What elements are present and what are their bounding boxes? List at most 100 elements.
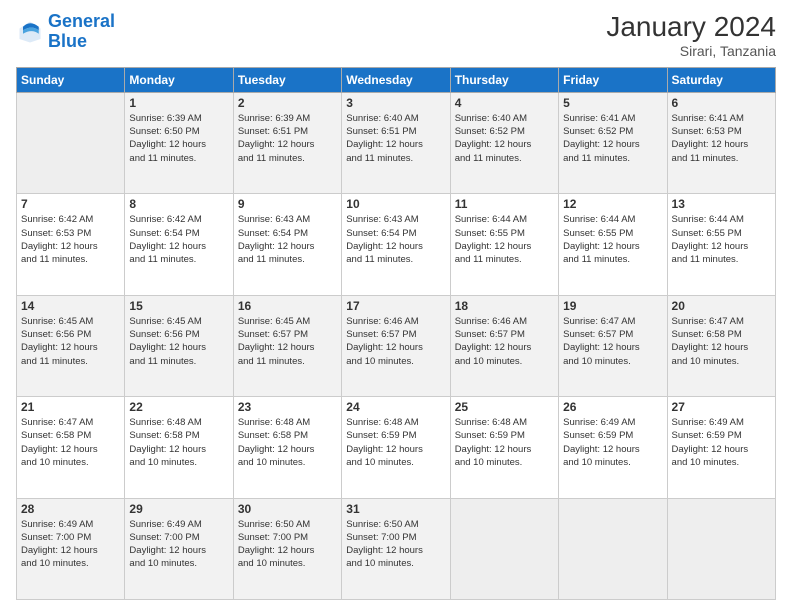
day-number: 16 bbox=[238, 299, 337, 313]
day-info: Sunrise: 6:50 AMSunset: 7:00 PMDaylight:… bbox=[346, 518, 445, 571]
calendar-cell: 8 Sunrise: 6:42 AMSunset: 6:54 PMDaylight… bbox=[125, 194, 233, 295]
day-info: Sunrise: 6:42 AMSunset: 6:53 PMDaylight:… bbox=[21, 213, 120, 266]
day-number: 8 bbox=[129, 197, 228, 211]
day-info: Sunrise: 6:48 AMSunset: 6:59 PMDaylight:… bbox=[346, 416, 445, 469]
day-info: Sunrise: 6:44 AMSunset: 6:55 PMDaylight:… bbox=[563, 213, 662, 266]
day-number: 14 bbox=[21, 299, 120, 313]
day-info: Sunrise: 6:49 AMSunset: 7:00 PMDaylight:… bbox=[129, 518, 228, 571]
calendar-cell: 10 Sunrise: 6:43 AMSunset: 6:54 PMDayligh… bbox=[342, 194, 450, 295]
calendar-week-row: 21 Sunrise: 6:47 AMSunset: 6:58 PMDayligh… bbox=[17, 397, 776, 498]
logo-icon bbox=[16, 18, 44, 46]
calendar-cell bbox=[450, 498, 558, 599]
title-block: January 2024 Sirari, Tanzania bbox=[606, 12, 776, 59]
day-number: 29 bbox=[129, 502, 228, 516]
day-header-wednesday: Wednesday bbox=[342, 67, 450, 92]
day-info: Sunrise: 6:41 AMSunset: 6:53 PMDaylight:… bbox=[672, 112, 771, 165]
day-number: 19 bbox=[563, 299, 662, 313]
day-info: Sunrise: 6:49 AMSunset: 6:59 PMDaylight:… bbox=[563, 416, 662, 469]
day-number: 24 bbox=[346, 400, 445, 414]
calendar-cell: 30Sunrise: 6:50 AMSunset: 7:00 PMDayligh… bbox=[233, 498, 341, 599]
day-info: Sunrise: 6:48 AMSunset: 6:58 PMDaylight:… bbox=[238, 416, 337, 469]
day-number: 17 bbox=[346, 299, 445, 313]
calendar-cell: 27Sunrise: 6:49 AMSunset: 6:59 PMDayligh… bbox=[667, 397, 775, 498]
logo: General Blue bbox=[16, 12, 115, 52]
day-info: Sunrise: 6:46 AMSunset: 6:57 PMDaylight:… bbox=[455, 315, 554, 368]
day-info: Sunrise: 6:41 AMSunset: 6:52 PMDaylight:… bbox=[563, 112, 662, 165]
day-info: Sunrise: 6:47 AMSunset: 6:58 PMDaylight:… bbox=[672, 315, 771, 368]
calendar-week-row: 14 Sunrise: 6:45 AMSunset: 6:56 PMDayligh… bbox=[17, 295, 776, 396]
calendar-week-row: 28Sunrise: 6:49 AMSunset: 7:00 PMDayligh… bbox=[17, 498, 776, 599]
day-number: 22 bbox=[129, 400, 228, 414]
day-number: 18 bbox=[455, 299, 554, 313]
day-header-thursday: Thursday bbox=[450, 67, 558, 92]
day-number: 10 bbox=[346, 197, 445, 211]
calendar-cell: 14 Sunrise: 6:45 AMSunset: 6:56 PMDayligh… bbox=[17, 295, 125, 396]
calendar-cell: 29 Sunrise: 6:49 AMSunset: 7:00 PMDayligh… bbox=[125, 498, 233, 599]
calendar-cell: 25 Sunrise: 6:48 AMSunset: 6:59 PMDayligh… bbox=[450, 397, 558, 498]
day-info: Sunrise: 6:45 AMSunset: 6:56 PMDaylight:… bbox=[21, 315, 120, 368]
day-number: 4 bbox=[455, 96, 554, 110]
calendar-cell: 20Sunrise: 6:47 AMSunset: 6:58 PMDayligh… bbox=[667, 295, 775, 396]
day-header-tuesday: Tuesday bbox=[233, 67, 341, 92]
day-info: Sunrise: 6:43 AMSunset: 6:54 PMDaylight:… bbox=[238, 213, 337, 266]
calendar-cell: 1 Sunrise: 6:39 AMSunset: 6:50 PMDaylight… bbox=[125, 92, 233, 193]
calendar-cell: 7 Sunrise: 6:42 AMSunset: 6:53 PMDaylight… bbox=[17, 194, 125, 295]
day-number: 9 bbox=[238, 197, 337, 211]
day-info: Sunrise: 6:49 AMSunset: 6:59 PMDaylight:… bbox=[672, 416, 771, 469]
day-info: Sunrise: 6:47 AMSunset: 6:57 PMDaylight:… bbox=[563, 315, 662, 368]
page: General Blue January 2024 Sirari, Tanzan… bbox=[0, 0, 792, 612]
day-number: 2 bbox=[238, 96, 337, 110]
calendar-cell: 5 Sunrise: 6:41 AMSunset: 6:52 PMDaylight… bbox=[559, 92, 667, 193]
day-number: 6 bbox=[672, 96, 771, 110]
calendar-cell: 4Sunrise: 6:40 AMSunset: 6:52 PMDaylight… bbox=[450, 92, 558, 193]
day-number: 15 bbox=[129, 299, 228, 313]
day-header-saturday: Saturday bbox=[667, 67, 775, 92]
calendar-cell: 18 Sunrise: 6:46 AMSunset: 6:57 PMDayligh… bbox=[450, 295, 558, 396]
calendar-cell: 28Sunrise: 6:49 AMSunset: 7:00 PMDayligh… bbox=[17, 498, 125, 599]
day-number: 3 bbox=[346, 96, 445, 110]
logo-text: General Blue bbox=[48, 12, 115, 52]
day-number: 7 bbox=[21, 197, 120, 211]
day-info: Sunrise: 6:45 AMSunset: 6:57 PMDaylight:… bbox=[238, 315, 337, 368]
calendar-cell: 31 Sunrise: 6:50 AMSunset: 7:00 PMDayligh… bbox=[342, 498, 450, 599]
day-header-monday: Monday bbox=[125, 67, 233, 92]
day-info: Sunrise: 6:45 AMSunset: 6:56 PMDaylight:… bbox=[129, 315, 228, 368]
header: General Blue January 2024 Sirari, Tanzan… bbox=[16, 12, 776, 59]
calendar-week-row: 7 Sunrise: 6:42 AMSunset: 6:53 PMDaylight… bbox=[17, 194, 776, 295]
calendar-cell: 26 Sunrise: 6:49 AMSunset: 6:59 PMDayligh… bbox=[559, 397, 667, 498]
day-info: Sunrise: 6:49 AMSunset: 7:00 PMDaylight:… bbox=[21, 518, 120, 571]
calendar-cell: 6 Sunrise: 6:41 AMSunset: 6:53 PMDaylight… bbox=[667, 92, 775, 193]
calendar-table: SundayMondayTuesdayWednesdayThursdayFrid… bbox=[16, 67, 776, 600]
day-header-sunday: Sunday bbox=[17, 67, 125, 92]
day-number: 5 bbox=[563, 96, 662, 110]
day-number: 25 bbox=[455, 400, 554, 414]
calendar-cell: 24 Sunrise: 6:48 AMSunset: 6:59 PMDayligh… bbox=[342, 397, 450, 498]
day-info: Sunrise: 6:50 AMSunset: 7:00 PMDaylight:… bbox=[238, 518, 337, 571]
day-info: Sunrise: 6:39 AMSunset: 6:51 PMDaylight:… bbox=[238, 112, 337, 165]
calendar-cell: 12 Sunrise: 6:44 AMSunset: 6:55 PMDayligh… bbox=[559, 194, 667, 295]
day-number: 31 bbox=[346, 502, 445, 516]
day-info: Sunrise: 6:46 AMSunset: 6:57 PMDaylight:… bbox=[346, 315, 445, 368]
calendar-cell: 3Sunrise: 6:40 AMSunset: 6:51 PMDaylight… bbox=[342, 92, 450, 193]
day-header-friday: Friday bbox=[559, 67, 667, 92]
calendar-cell: 15 Sunrise: 6:45 AMSunset: 6:56 PMDayligh… bbox=[125, 295, 233, 396]
calendar-cell: 21 Sunrise: 6:47 AMSunset: 6:58 PMDayligh… bbox=[17, 397, 125, 498]
calendar-cell: 2 Sunrise: 6:39 AMSunset: 6:51 PMDaylight… bbox=[233, 92, 341, 193]
calendar-cell: 19 Sunrise: 6:47 AMSunset: 6:57 PMDayligh… bbox=[559, 295, 667, 396]
location: Sirari, Tanzania bbox=[606, 43, 776, 59]
day-number: 1 bbox=[129, 96, 228, 110]
day-info: Sunrise: 6:42 AMSunset: 6:54 PMDaylight:… bbox=[129, 213, 228, 266]
day-info: Sunrise: 6:43 AMSunset: 6:54 PMDaylight:… bbox=[346, 213, 445, 266]
day-info: Sunrise: 6:48 AMSunset: 6:59 PMDaylight:… bbox=[455, 416, 554, 469]
day-number: 12 bbox=[563, 197, 662, 211]
day-info: Sunrise: 6:44 AMSunset: 6:55 PMDaylight:… bbox=[672, 213, 771, 266]
logo-line1: General bbox=[48, 11, 115, 31]
calendar-cell bbox=[559, 498, 667, 599]
day-info: Sunrise: 6:39 AMSunset: 6:50 PMDaylight:… bbox=[129, 112, 228, 165]
day-info: Sunrise: 6:47 AMSunset: 6:58 PMDaylight:… bbox=[21, 416, 120, 469]
logo-line2: Blue bbox=[48, 31, 87, 51]
calendar-cell: 16 Sunrise: 6:45 AMSunset: 6:57 PMDayligh… bbox=[233, 295, 341, 396]
day-number: 21 bbox=[21, 400, 120, 414]
calendar-cell bbox=[667, 498, 775, 599]
day-number: 26 bbox=[563, 400, 662, 414]
